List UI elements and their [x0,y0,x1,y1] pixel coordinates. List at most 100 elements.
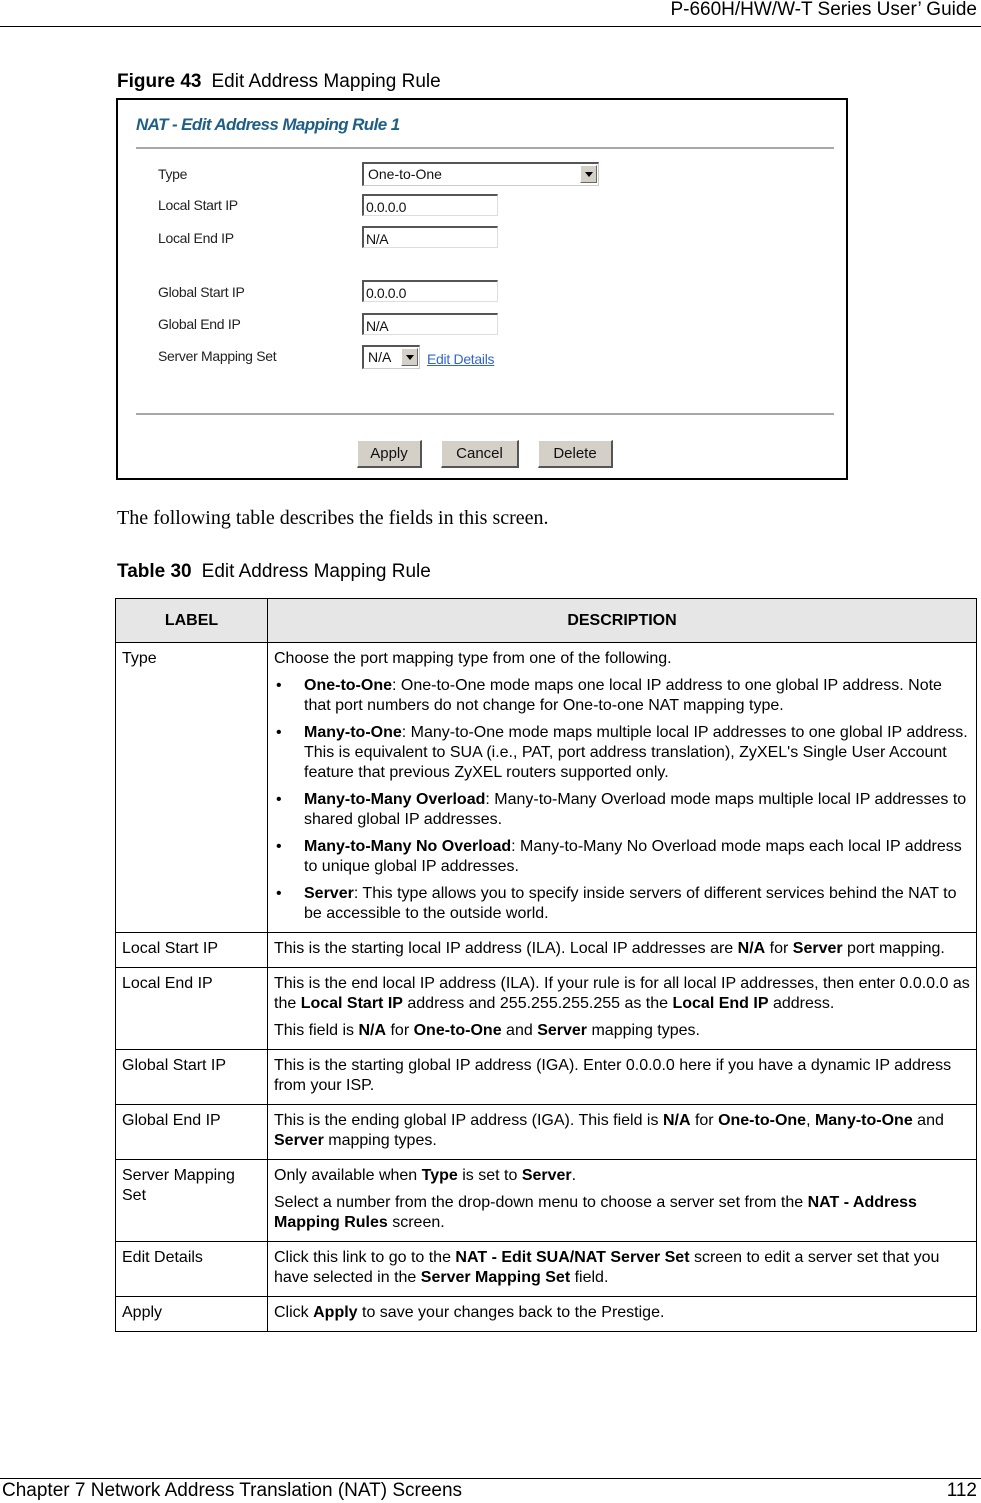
table-caption: Table 30 Edit Address Mapping Rule [117,561,431,583]
table-number: Table 30 [117,561,192,582]
text-segment: Only available when [274,1167,422,1184]
bold-term: Many-to-Many No Overload [304,838,512,855]
bullet-item: Many-to-One: Many-to-One mode maps multi… [274,723,970,783]
text-segment: mapping types. [587,1022,700,1039]
text-segment: : This type allows you to specify inside… [304,885,957,922]
bold-term: Many-to-One [304,724,402,741]
bold-term: Local Start IP [300,995,403,1012]
local-start-ip-label: Local Start IP [158,197,238,213]
table-row: Type Choose the port mapping type from on… [115,642,977,933]
chevron-down-icon[interactable] [401,348,418,366]
bullet-item: Many-to-Many No Overload: Many-to-Many N… [274,837,970,877]
description-paragraph: This is the starting global IP address (… [274,1056,970,1096]
bold-term: Local End IP [672,995,769,1012]
table-row: Apply Click Apply to save your changes ba… [115,1296,977,1332]
text-segment: to save your changes back to the Prestig… [357,1304,665,1321]
bold-term: N/A [737,940,766,957]
footer-chapter: Chapter 7 Network Address Translation (N… [2,1480,463,1501]
description-paragraph: Click Apply to save your changes back to… [274,1303,970,1323]
text-segment: for [690,1112,719,1129]
description-paragraph: Only available when Type is set to Serve… [274,1166,970,1186]
text-segment: field. [570,1269,609,1286]
global-end-ip-label: Global End IP [158,316,241,332]
delete-button[interactable]: Delete [538,440,613,468]
bullet-item: One-to-One: One-to-One mode maps one loc… [274,676,970,716]
table-row: Server Mapping Set Only available when Ty… [115,1159,977,1242]
global-start-ip-input[interactable]: 0.0.0.0 [362,280,498,302]
edit-details-link[interactable]: Edit Details [427,351,495,367]
text-segment: , [806,1112,815,1129]
figure-caption-text: Edit Address Mapping Rule [211,71,441,92]
description-paragraph: This is the ending global IP address (IG… [274,1111,970,1151]
row-label: Global End IP [115,1104,268,1160]
header-label: LABEL [115,598,268,643]
row-label: Apply [115,1296,268,1332]
type-label: Type [158,166,188,182]
figure-caption: Figure 43 Edit Address Mapping Rule [117,71,441,93]
cancel-button[interactable]: Cancel [441,440,519,468]
screen-title: NAT - Edit Address Mapping Rule 1 [136,115,400,134]
text-segment: mapping types. [323,1132,437,1149]
bullet-list: One-to-One: One-to-One mode maps one loc… [274,676,970,924]
description-paragraph: This is the starting local IP address (I… [274,939,970,959]
text-segment: port mapping. [842,940,945,957]
text-segment: screen. [387,1214,445,1231]
text-segment: and [912,1112,944,1129]
bold-term: One-to-One [413,1022,502,1039]
table-row: Global Start IP This is the starting glob… [115,1049,977,1105]
description-paragraph: This is the end local IP address (ILA). … [274,974,970,1014]
bullet-item: Many-to-Many Overload: Many-to-Many Over… [274,790,970,830]
bold-term: Many-to-Many Overload [304,791,486,808]
bottom-divider [136,413,834,415]
text-segment: This is the starting local IP address (I… [274,940,738,957]
row-label: Global Start IP [115,1049,268,1105]
row-label: Edit Details [115,1241,268,1297]
table-row: Local Start IP This is the starting local… [115,932,977,968]
type-select[interactable]: One-to-One [362,162,599,186]
server-mapping-set-select[interactable]: N/A [362,345,420,369]
bold-term: Apply [313,1304,358,1321]
type-select-value: One-to-One [368,166,442,182]
row-description: This is the ending global IP address (IG… [267,1104,977,1160]
text-segment: Select a number from the drop-down menu … [274,1194,808,1211]
text-segment: for [386,1022,414,1039]
figure-number: Figure 43 [117,71,202,92]
bold-term: One-to-One [718,1112,807,1129]
local-end-ip-input[interactable]: N/A [362,226,498,248]
bullet-item: Server: This type allows you to specify … [274,884,970,924]
description-paragraph: This field is N/A for One-to-One and Ser… [274,1021,970,1041]
bold-term: N/A [662,1112,691,1129]
bold-term: Server [304,885,354,902]
bold-term: Server [274,1132,324,1149]
row-description: This is the starting local IP address (I… [267,932,977,968]
text-segment: : One-to-One mode maps one local IP addr… [304,677,942,714]
global-start-ip-label: Global Start IP [158,284,245,300]
row-description: Click this link to go to the NAT - Edit … [267,1241,977,1297]
apply-button[interactable]: Apply [357,440,422,468]
text-segment: This is the ending global IP address (IG… [274,1112,663,1129]
description-paragraph: Click this link to go to the NAT - Edit … [274,1248,970,1288]
bold-term: Server [537,1022,588,1039]
footer-divider [0,1478,981,1479]
intro-text: The following table describes the fields… [117,507,549,529]
chevron-down-icon[interactable] [580,165,597,183]
text-segment: . [571,1167,577,1184]
local-start-ip-input[interactable]: 0.0.0.0 [362,194,498,216]
text-segment: address. [768,995,835,1012]
text-segment: and [501,1022,538,1039]
row-label: Type [115,642,268,933]
text-segment: address and 255.255.255.255 as the [402,995,673,1012]
header-description: DESCRIPTION [267,598,977,643]
page-number: 112 [946,1480,977,1501]
document-header-title: P-660H/HW/W-T Series User’ Guide [670,0,977,20]
bold-term: Many-to-One [814,1112,913,1129]
text-segment: This is the starting global IP address (… [274,1057,952,1094]
description-table: LABEL DESCRIPTION Type Choose the port ma… [115,598,977,1332]
row-description: Click Apply to save your changes back to… [267,1296,977,1332]
bold-term: Server [792,940,843,957]
row-label: Local End IP [115,967,268,1050]
global-end-ip-input[interactable]: N/A [362,313,498,335]
text-segment: is set to [457,1167,522,1184]
local-end-ip-label: Local End IP [158,230,234,246]
description-paragraph: Select a number from the drop-down menu … [274,1193,970,1233]
